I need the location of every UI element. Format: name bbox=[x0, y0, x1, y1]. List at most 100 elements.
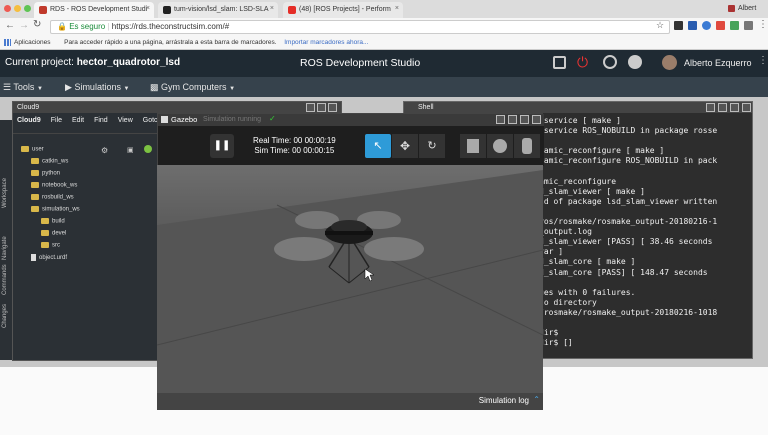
cloud9-menu-item[interactable]: Goto bbox=[143, 117, 158, 124]
clock-icon[interactable] bbox=[628, 55, 642, 69]
browser-tab[interactable]: tum-vision/lsd_slam: LSD-SLA × bbox=[158, 2, 278, 18]
file-tree-label: user bbox=[32, 146, 44, 153]
file-tree-item[interactable]: catkin_ws bbox=[31, 158, 68, 165]
profile-button[interactable]: Albert bbox=[728, 2, 768, 16]
url-input[interactable]: 🔒 Es seguro | https://rds.theconstructsi… bbox=[50, 20, 670, 34]
add-icon[interactable] bbox=[144, 145, 152, 153]
forward-icon[interactable]: → bbox=[19, 20, 29, 31]
app-title: ROS Development Studio bbox=[300, 57, 421, 69]
cylinder-shape-icon[interactable] bbox=[514, 134, 540, 158]
cloud9-titlebar[interactable]: Cloud9 bbox=[13, 102, 341, 113]
cloud9-menu-item[interactable]: Edit bbox=[72, 117, 84, 124]
select-mode-icon[interactable]: ↖ bbox=[365, 134, 391, 158]
tab-close-icon[interactable]: × bbox=[146, 5, 150, 12]
file-tree-item[interactable]: object.urdf bbox=[31, 254, 67, 261]
avatar[interactable] bbox=[662, 55, 677, 70]
extension-icon[interactable] bbox=[744, 21, 753, 30]
shell-line: d_slam_viewer [PASS] [ 38.46 seconds bbox=[539, 237, 713, 247]
box-shape-icon[interactable] bbox=[460, 134, 486, 158]
profile-icon bbox=[728, 4, 735, 12]
maximize-icon[interactable] bbox=[520, 115, 529, 124]
tab-favicon-icon bbox=[39, 6, 47, 14]
file-tree-label: devel bbox=[52, 230, 67, 237]
apps-icon[interactable] bbox=[4, 38, 11, 46]
close-window-icon[interactable] bbox=[4, 5, 11, 12]
project-prefix: Current project: bbox=[5, 57, 74, 68]
simulation-log-button[interactable]: Simulation log bbox=[479, 396, 529, 405]
cloud9-menu-item[interactable]: Cloud9 bbox=[17, 117, 41, 124]
pause-button[interactable]: ❚❚ bbox=[210, 134, 234, 158]
car-icon: ▩ bbox=[150, 82, 159, 92]
minimize-icon[interactable] bbox=[718, 103, 727, 112]
file-tree-item[interactable]: python bbox=[31, 170, 60, 177]
file-tree-item[interactable]: notebook_ws bbox=[31, 182, 77, 189]
extension-icon[interactable] bbox=[702, 21, 711, 30]
shell-line: to directory bbox=[539, 297, 597, 307]
user-menu-icon[interactable]: ⋮ bbox=[758, 55, 768, 66]
gazebo-3d-scene[interactable] bbox=[157, 165, 543, 393]
folder-icon bbox=[41, 218, 49, 224]
cloud9-menu-item[interactable]: Find bbox=[94, 117, 108, 124]
reload-icon[interactable]: ↻ bbox=[33, 19, 41, 30]
file-tree-item[interactable]: build bbox=[41, 218, 65, 225]
maximize-window-icon[interactable] bbox=[24, 5, 31, 12]
user-name[interactable]: Alberto Ezquerro bbox=[684, 58, 752, 68]
close-icon[interactable] bbox=[328, 103, 337, 112]
minimize-icon[interactable] bbox=[508, 115, 517, 124]
tab-close-icon[interactable]: × bbox=[270, 5, 274, 12]
chevron-up-icon[interactable]: ⌃ bbox=[533, 395, 540, 404]
extension-icon[interactable] bbox=[674, 21, 683, 30]
cloud9-menu-item[interactable]: File bbox=[51, 117, 62, 124]
settings-icon[interactable]: ⚙ bbox=[101, 146, 108, 155]
restore-icon[interactable] bbox=[496, 115, 505, 124]
profile-name: Albert bbox=[738, 5, 757, 12]
file-tree-item[interactable]: devel bbox=[41, 230, 66, 237]
shell-line: ges with 0 failures. bbox=[539, 287, 636, 297]
apps-link[interactable]: Aplicaciones bbox=[14, 39, 51, 46]
globe-icon[interactable] bbox=[603, 55, 617, 69]
tab-close-icon[interactable]: × bbox=[395, 5, 399, 12]
cloud9-menu-item[interactable]: View bbox=[118, 117, 133, 124]
bookmark-star-icon[interactable]: ☆ bbox=[656, 20, 664, 31]
back-icon[interactable]: ← bbox=[5, 20, 15, 31]
folder-icon bbox=[21, 146, 29, 152]
side-tab[interactable]: Workspace bbox=[2, 178, 8, 208]
side-tab[interactable]: Changes bbox=[2, 304, 8, 328]
tools-menu[interactable]: ☰ Tools ▼ bbox=[3, 82, 43, 93]
minimize-window-icon[interactable] bbox=[14, 5, 21, 12]
side-tab[interactable]: Navigate bbox=[2, 236, 8, 260]
gazebo-titlebar[interactable]: Gazebo Simulation running ✓ bbox=[158, 114, 544, 126]
shell-line: d_slam_core [PASS] [ 148.47 seconds bbox=[539, 267, 708, 277]
side-tab[interactable]: Commands bbox=[2, 264, 8, 295]
extension-icon[interactable] bbox=[688, 21, 697, 30]
file-tree-item[interactable]: simulation_ws bbox=[31, 206, 80, 213]
shell-titlebar[interactable]: Shell bbox=[404, 102, 752, 113]
chevron-down-icon: ▼ bbox=[229, 86, 236, 92]
extension-icon[interactable] bbox=[730, 21, 739, 30]
browser-menu-icon[interactable]: ⋮ bbox=[758, 19, 768, 30]
translate-mode-icon[interactable]: ✥ bbox=[392, 134, 418, 158]
extension-icon[interactable] bbox=[716, 21, 725, 30]
close-icon[interactable] bbox=[742, 103, 751, 112]
simulations-menu[interactable]: ▶ Simulations ▼ bbox=[65, 82, 129, 93]
tab-label: tum-vision/lsd_slam: LSD-SLA bbox=[174, 6, 269, 13]
power-icon[interactable]: ⏻ bbox=[577, 54, 588, 70]
sphere-shape-icon[interactable] bbox=[487, 134, 513, 158]
gym-computers-menu[interactable]: ▩ Gym Computers ▼ bbox=[150, 82, 235, 93]
file-tree-item[interactable]: user bbox=[21, 146, 44, 153]
browser-tab[interactable]: (48) [ROS Projects] - Perform × bbox=[283, 2, 403, 18]
file-tree-item[interactable]: rosbuild_ws bbox=[31, 194, 74, 201]
browser-tab[interactable]: RDS - ROS Development Studi × bbox=[34, 2, 154, 18]
real-time: Real Time: 00 00:00:19 bbox=[253, 136, 336, 145]
maximize-icon[interactable] bbox=[730, 103, 739, 112]
save-icon[interactable] bbox=[553, 56, 566, 69]
import-bookmarks-link[interactable]: Importar marcadores ahora... bbox=[284, 39, 368, 46]
minimize-icon[interactable] bbox=[317, 103, 326, 112]
close-icon[interactable] bbox=[532, 115, 541, 124]
restore-icon[interactable] bbox=[306, 103, 315, 112]
collapse-icon[interactable]: ▣ bbox=[127, 146, 134, 154]
restore-icon[interactable] bbox=[706, 103, 715, 112]
file-tree-item[interactable]: src bbox=[41, 242, 60, 249]
rotate-mode-icon[interactable]: ↻ bbox=[419, 134, 445, 158]
file-tree-label: catkin_ws bbox=[42, 158, 69, 165]
